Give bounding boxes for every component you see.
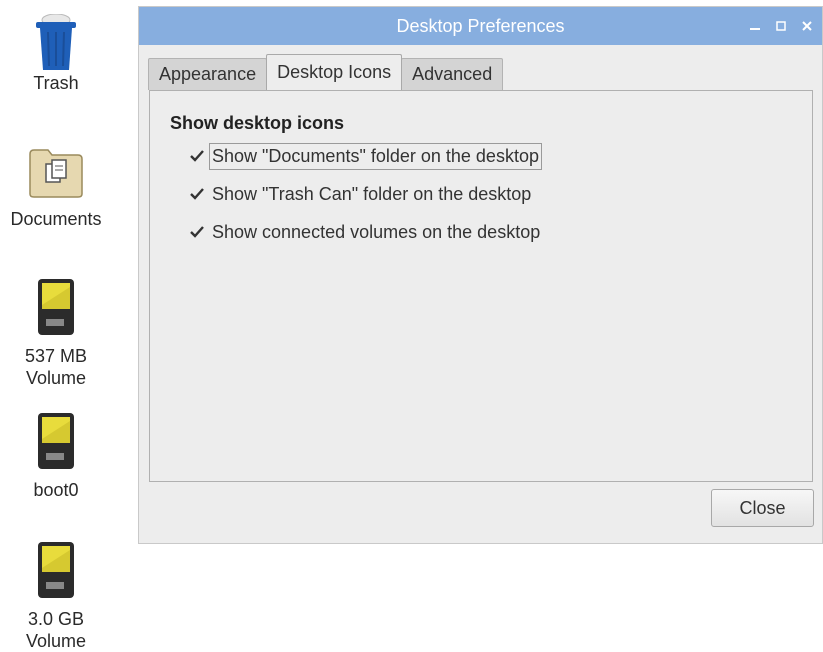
desktop-icon-documents[interactable]: Documents (4, 146, 108, 230)
desktop-icon-boot0[interactable]: boot0 (16, 411, 96, 501)
desktop-icon-trash[interactable]: Trash (20, 13, 92, 94)
window-title: Desktop Preferences (396, 15, 565, 36)
tab-desktop-icons[interactable]: Desktop Icons (266, 54, 403, 90)
sd-card-volume-icon (36, 540, 76, 600)
desktop-icon-label: Trash (33, 73, 79, 93)
desktop-icon-label: boot0 (33, 480, 79, 500)
documents-folder-icon (28, 146, 84, 198)
option-label: Show "Trash Can" folder on the desktop (212, 183, 532, 204)
sd-card-volume-icon (36, 277, 76, 337)
desktop-icon-volume-3gb[interactable]: 3.0 GB Volume (16, 540, 96, 652)
option-show-trash-can[interactable]: Show "Trash Can" folder on the desktop (188, 180, 533, 208)
desktop-icon-volume-537mb[interactable]: 537 MB Volume (16, 277, 96, 389)
tab-appearance[interactable]: Appearance (148, 58, 268, 90)
desktop-preferences-window: Desktop Preferences Appearance Desktop I… (138, 6, 823, 544)
trash-can-icon (34, 13, 78, 72)
checkmark-icon[interactable] (188, 185, 206, 203)
sd-card-volume-icon (36, 411, 76, 471)
minimize-icon[interactable] (748, 19, 762, 33)
desktop-icon-label: 537 MB Volume (24, 346, 88, 388)
section-title: Show desktop icons (170, 113, 345, 133)
maximize-icon[interactable] (774, 19, 788, 33)
window-controls (748, 7, 814, 45)
desktop-icon-label: 3.0 GB Volume (25, 609, 87, 651)
tab-panel-desktop-icons: Show desktop icons Show "Documents" fold… (149, 90, 813, 482)
checkmark-icon[interactable] (188, 223, 206, 241)
option-show-documents[interactable]: Show "Documents" folder on the desktop (188, 142, 542, 170)
close-icon[interactable] (800, 19, 814, 33)
tab-advanced[interactable]: Advanced (401, 58, 504, 90)
close-button[interactable]: Close (711, 489, 814, 527)
tab-bar: Appearance Desktop Icons Advanced (148, 54, 504, 90)
desktop-icon-label: Documents (10, 209, 102, 229)
option-show-connected-volumes[interactable]: Show connected volumes on the desktop (188, 218, 542, 246)
window-titlebar[interactable]: Desktop Preferences (139, 7, 822, 45)
option-label: Show "Documents" folder on the desktop (209, 142, 542, 170)
checkmark-icon[interactable] (188, 147, 206, 165)
option-label: Show connected volumes on the desktop (212, 221, 541, 242)
